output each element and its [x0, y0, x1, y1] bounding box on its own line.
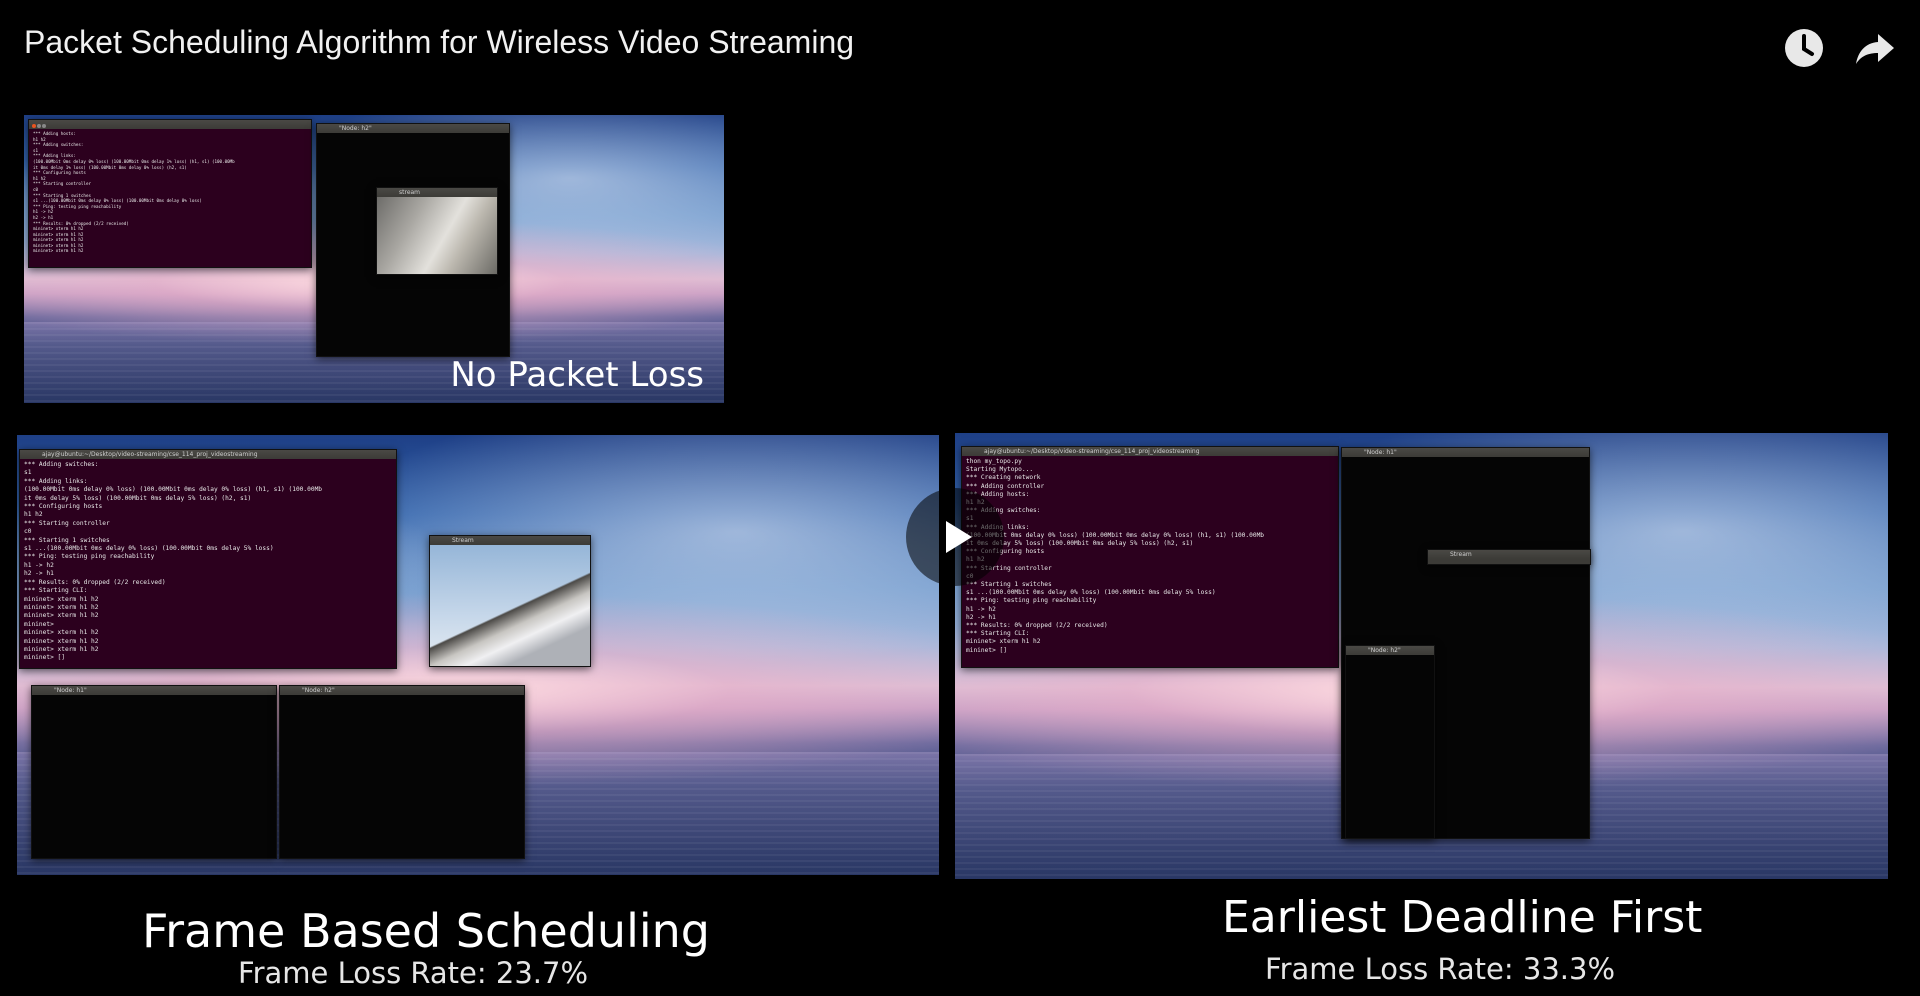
terminal-window[interactable]: *** Adding hosts: h1 h2 *** Adding switc… [28, 119, 312, 268]
node-h2-terminal[interactable]: "Node: h2" [1345, 645, 1435, 839]
terminal-titlebar: ajay@ubuntu:~/Desktop/video-streaming/cs… [962, 447, 1338, 456]
stream-video [377, 197, 497, 274]
frame-based-title: Frame Based Scheduling [142, 904, 710, 958]
stream-titlebar: Stream [1428, 550, 1590, 559]
stream-window[interactable]: stream [376, 187, 498, 275]
stream-video-mountain [430, 545, 590, 666]
terminal-output: *** Adding hosts: h1 h2 *** Adding switc… [33, 131, 235, 254]
terminal-output: *** Adding switches: s1 *** Adding links… [24, 461, 323, 662]
terminal-output: thon my_topo.py Starting Mytopo... *** C… [966, 458, 1265, 654]
node-h2-titlebar: "Node: h2" [1346, 646, 1434, 655]
node-h1-terminal[interactable]: "Node: h1" [31, 685, 277, 859]
clock-icon[interactable] [1782, 26, 1826, 70]
play-button[interactable] [906, 488, 1004, 586]
node-h2-terminal[interactable]: "Node: h2" [279, 685, 525, 859]
frame-based-loss-rate: Frame Loss Rate: 23.7% [238, 956, 589, 990]
video-title: Packet Scheduling Algorithm for Wireless… [24, 24, 855, 60]
stream-titlebar: stream [377, 188, 497, 197]
edf-title: Earliest Deadline First [1222, 892, 1703, 943]
edf-loss-rate: Frame Loss Rate: 33.3% [1265, 952, 1616, 986]
node-h1-titlebar: "Node: h1" [1342, 448, 1589, 457]
frame-based-panel: ajay@ubuntu:~/Desktop/video-streaming/cs… [17, 435, 939, 875]
stream-window[interactable]: Stream [1427, 549, 1591, 565]
node-h1-titlebar: "Node: h1" [32, 686, 276, 695]
terminal-window[interactable]: ajay@ubuntu:~/Desktop/video-streaming/cs… [961, 446, 1339, 668]
node-h2-titlebar: "Node: h2" [280, 686, 524, 695]
terminal-titlebar [29, 120, 311, 129]
no-packet-loss-label: No Packet Loss [450, 355, 704, 395]
node-titlebar: "Node: h2" [317, 124, 509, 133]
share-icon[interactable] [1852, 26, 1896, 70]
terminal-titlebar: ajay@ubuntu:~/Desktop/video-streaming/cs… [20, 450, 396, 459]
no-packet-loss-panel: *** Adding hosts: h1 h2 *** Adding switc… [24, 115, 724, 403]
stream-titlebar: Stream [430, 536, 590, 545]
stream-window[interactable]: Stream [429, 535, 591, 667]
terminal-window[interactable]: ajay@ubuntu:~/Desktop/video-streaming/cs… [19, 449, 397, 669]
edf-panel: ajay@ubuntu:~/Desktop/video-streaming/cs… [955, 433, 1888, 879]
